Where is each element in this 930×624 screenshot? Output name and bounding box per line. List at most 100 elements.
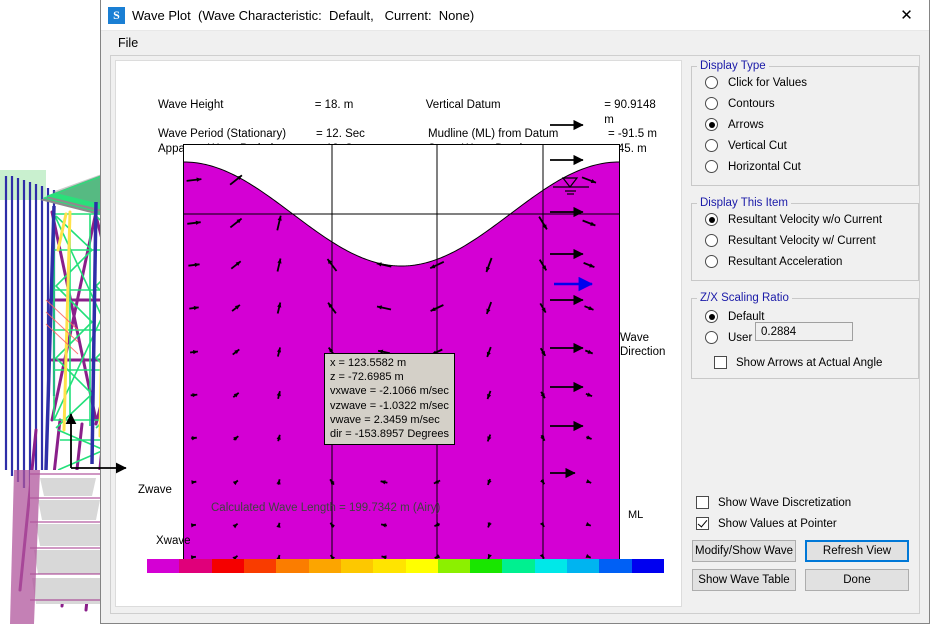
radio-label: Vertical Cut — [728, 140, 787, 152]
colorbar-segment — [276, 559, 308, 573]
radio-indicator — [705, 255, 718, 268]
info-label: Wave Period (Stationary) — [158, 127, 316, 142]
info-label: Wave Height — [158, 98, 315, 127]
radio-click-for-values[interactable]: Click for Values — [692, 72, 918, 93]
info-label-2: Vertical Datum — [426, 98, 605, 127]
tooltip-line: dir = -153.8957 Degrees — [330, 427, 450, 441]
menubar: File — [101, 31, 929, 56]
button-row: Modify/Show Wave Refresh View — [692, 540, 917, 562]
colorbar-segment — [632, 559, 664, 573]
radio-vertical-cut[interactable]: Vertical Cut — [692, 135, 918, 156]
wave-plot-panel: Wave Height = 18. m Vertical Datum = 90.… — [115, 60, 682, 607]
radio-arrows[interactable]: Arrows — [692, 114, 918, 135]
color-scale-bar — [147, 559, 664, 573]
refresh-view-button[interactable]: Refresh View — [805, 540, 909, 562]
tooltip-line: vxwave = -2.1066 m/sec — [330, 384, 450, 398]
tooltip-line: vzwave = -1.0322 m/sec — [330, 399, 450, 413]
radio-label: Resultant Velocity w/ Current — [728, 235, 876, 247]
x-axis-label: Xwave — [156, 535, 191, 547]
info-value-2: = 90.9148 m — [604, 98, 668, 127]
info-value-2: = -91.5 m — [608, 127, 657, 142]
tooltip-line: z = -72.6985 m — [330, 370, 450, 384]
radio-indicator — [705, 310, 718, 323]
display-type-title: Display Type — [697, 60, 769, 72]
mudline-label: ML — [628, 509, 643, 521]
colorbar-segment — [373, 559, 405, 573]
bottom-checkboxes: Show Wave Discretization Show Values at … — [696, 492, 916, 534]
info-value: = 18. m — [315, 98, 426, 127]
show-wave-table-button[interactable]: Show Wave Table — [692, 569, 796, 591]
colorbar-segment — [470, 559, 502, 573]
display-item-title: Display This Item — [697, 197, 791, 209]
info-row: Wave Height = 18. m Vertical Datum = 90.… — [158, 98, 668, 127]
window-titlebar: S Wave Plot (Wave Characteristic: Defaul… — [101, 0, 929, 31]
done-button[interactable]: Done — [805, 569, 909, 591]
action-buttons: Modify/Show Wave Refresh View Show Wave … — [692, 540, 917, 598]
tooltip-line: x = 123.5582 m — [330, 356, 450, 370]
checkbox-indicator — [696, 496, 709, 509]
z-axis-label: Zwave — [138, 484, 172, 496]
app-s-icon: S — [108, 7, 125, 24]
radio-resultant-velocity-w-current[interactable]: Resultant Velocity w/ Current — [692, 230, 918, 251]
radio-label: Horizontal Cut — [728, 161, 801, 173]
radio-indicator — [705, 234, 718, 247]
checkbox-show-arrows-actual-angle[interactable]: Show Arrows at Actual Angle — [714, 352, 918, 373]
info-row: Wave Period (Stationary) = 12. Sec Mudli… — [158, 127, 668, 142]
pointer-values-tooltip: x = 123.5582 mz = -72.6985 mvxwave = -2.… — [324, 353, 455, 445]
radio-label: Default — [728, 311, 764, 323]
colorbar-segment — [599, 559, 631, 573]
client-area: Wave Height = 18. m Vertical Datum = 90.… — [110, 55, 920, 614]
checkbox-show-wave-discretization[interactable]: Show Wave Discretization — [696, 492, 916, 513]
checkbox-indicator — [714, 356, 727, 369]
colorbar-segment — [309, 559, 341, 573]
close-icon[interactable]: ✕ — [884, 0, 929, 29]
window-title: Wave Plot (Wave Characteristic: Default,… — [132, 8, 474, 23]
zx-ratio-input[interactable]: 0.2884 — [755, 322, 853, 341]
radio-indicator — [705, 97, 718, 110]
display-item-group: Display This Item Resultant Velocity w/o… — [691, 197, 919, 281]
checkbox-label: Show Values at Pointer — [718, 518, 837, 530]
info-label-2: Mudline (ML) from Datum — [428, 127, 608, 142]
wave-plot-window: S Wave Plot (Wave Characteristic: Defaul… — [100, 0, 930, 624]
zx-scaling-ratio-group: Z/X Scaling Ratio Default User 0.2884 Sh… — [691, 292, 919, 379]
colorbar-segment — [502, 559, 534, 573]
radio-indicator — [705, 139, 718, 152]
colorbar-segment — [179, 559, 211, 573]
colorbar-segment — [406, 559, 438, 573]
colorbar-segment — [147, 559, 179, 573]
radio-indicator — [705, 160, 718, 173]
modify-show-wave-button[interactable]: Modify/Show Wave — [692, 540, 796, 562]
radio-horizontal-cut[interactable]: Horizontal Cut — [692, 156, 918, 177]
checkbox-label: Show Arrows at Actual Angle — [736, 357, 882, 369]
radio-label: Click for Values — [728, 77, 807, 89]
controls-column: Display Type Click for Values Contours A… — [691, 60, 919, 605]
radio-label: Resultant Velocity w/o Current — [728, 214, 882, 226]
radio-label: Resultant Acceleration — [728, 256, 842, 268]
radio-indicator — [705, 76, 718, 89]
radio-indicator — [705, 118, 718, 131]
checkbox-indicator — [696, 517, 709, 530]
colorbar-segment — [535, 559, 567, 573]
zx-scaling-title: Z/X Scaling Ratio — [697, 292, 792, 304]
wave-direction-line: Direction — [620, 345, 680, 359]
info-value: = 12. Sec — [316, 127, 428, 142]
radio-label: User — [728, 332, 752, 344]
radio-resultant-velocity-wo-current[interactable]: Resultant Velocity w/o Current — [692, 209, 918, 230]
colorbar-segment — [341, 559, 373, 573]
checkbox-label: Show Wave Discretization — [718, 497, 851, 509]
menu-item-file[interactable]: File — [108, 34, 148, 52]
radio-indicator — [705, 331, 718, 344]
colorbar-segment — [567, 559, 599, 573]
colorbar-segment — [212, 559, 244, 573]
radio-label: Arrows — [728, 119, 764, 131]
tooltip-line: vwave = 2.3459 m/sec — [330, 413, 450, 427]
radio-label: Contours — [728, 98, 775, 110]
colorbar-segment — [244, 559, 276, 573]
radio-contours[interactable]: Contours — [692, 93, 918, 114]
radio-resultant-acceleration[interactable]: Resultant Acceleration — [692, 251, 918, 272]
button-row: Show Wave Table Done — [692, 569, 917, 591]
radio-indicator — [705, 213, 718, 226]
calculated-wave-length-label: Calculated Wave Length = 199.7342 m (Air… — [211, 502, 440, 514]
colorbar-segment — [438, 559, 470, 573]
checkbox-show-values-at-pointer[interactable]: Show Values at Pointer — [696, 513, 916, 534]
